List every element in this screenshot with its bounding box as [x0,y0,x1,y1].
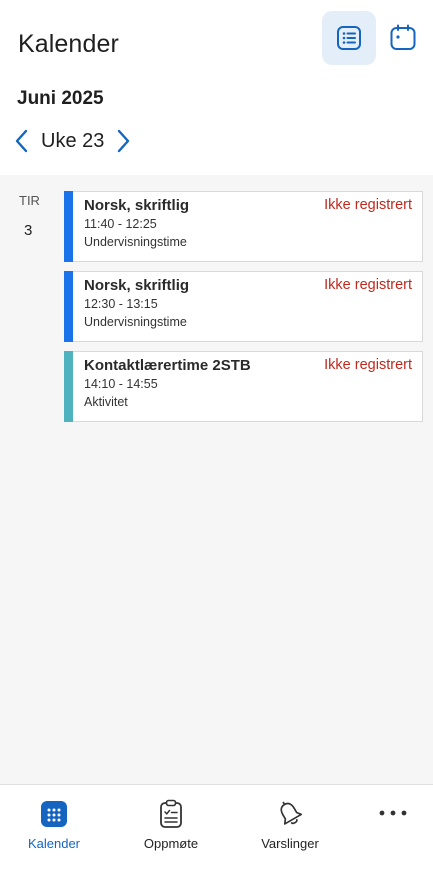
next-week-button[interactable] [111,126,135,156]
more-icon [379,810,407,816]
tab-label: Kalender [27,836,81,851]
schedule-list: TIR 3 Norsk, skriftlig 11:40 - 12:25 Und… [0,175,433,784]
header: Kalender Juni 2025 Uke 23 [0,0,433,175]
tab-label: Oppmøte [143,836,199,851]
event-status: Ikke registrert [324,357,412,373]
tab-more[interactable] [343,799,433,829]
tab-bar: Kalender Oppmøte Varslinger [0,784,433,870]
chevron-left-icon [15,129,28,153]
tab-label: Varslinger [261,836,319,851]
tab-oppmote[interactable]: Oppmøte [121,799,221,851]
list-view-button[interactable] [322,11,376,65]
event-time: 11:40 - 12:25 [84,217,157,231]
event-time: 12:30 - 13:15 [84,297,158,311]
event-card[interactable]: Norsk, skriftlig 11:40 - 12:25 Undervisn… [64,191,423,262]
calendar-day-icon [390,24,416,50]
chevron-right-icon [118,129,130,153]
calendar-icon [41,801,67,827]
previous-week-button[interactable] [10,126,34,156]
event-type: Undervisningstime [84,315,187,329]
tab-kalender[interactable]: Kalender [4,799,104,851]
week-label: Uke 23 [41,129,105,152]
event-color-bar [64,191,73,262]
clipboard-icon [160,799,182,828]
event-color-bar [64,271,73,342]
day-number: 3 [24,222,33,239]
event-card[interactable]: Kontaktlærertime 2STB 14:10 - 14:55 Akti… [64,351,423,422]
event-card[interactable]: Norsk, skriftlig 12:30 - 13:15 Undervisn… [64,271,423,342]
tab-varslinger[interactable]: Varslinger [240,799,340,851]
week-navigator: Uke 23 [10,126,135,156]
page-title: Kalender [18,30,119,58]
day-name: TIR [19,193,40,208]
list-icon [337,26,361,50]
event-time: 14:10 - 14:55 [84,377,158,391]
event-title: Kontaktlærertime 2STB [84,357,251,374]
event-status: Ikke registrert [324,277,412,293]
event-color-bar [64,351,73,422]
event-status: Ikke registrert [324,197,412,213]
event-title: Norsk, skriftlig [84,277,190,294]
event-type: Undervisningstime [84,235,187,249]
event-type: Aktivitet [84,395,128,409]
bell-icon [280,801,303,825]
event-title: Norsk, skriftlig [84,197,190,214]
calendar-view-button[interactable] [376,11,430,65]
month-label: Juni 2025 [17,88,104,109]
